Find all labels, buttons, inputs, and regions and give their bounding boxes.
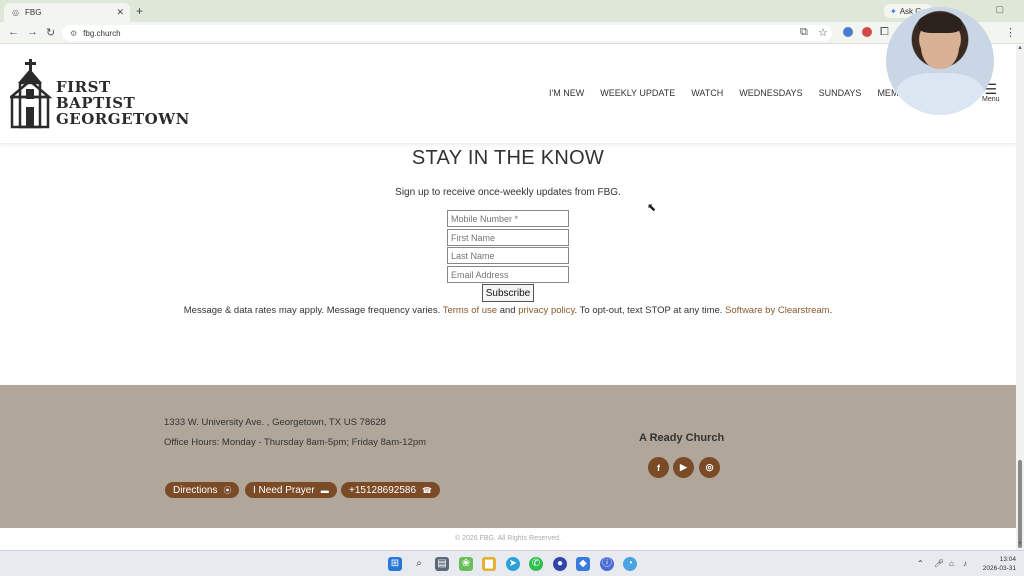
clearstream-link[interactable]: Software by Clearstream (725, 305, 830, 316)
whatsapp-icon[interactable]: ✆ (529, 557, 543, 571)
email-field[interactable] (447, 266, 569, 283)
instagram-icon[interactable]: ◎ (699, 457, 720, 478)
prayer-label: I Need Prayer (253, 484, 315, 496)
taskbar: ⊞ ⌕ ▤ ❀ ▆ ➤ ✆ ● ◆ ⓘ ◔ ⌃ 🎤︎ ⌂ ♪ 13:04 202… (0, 550, 1024, 576)
youtube-icon[interactable]: ▶ (673, 457, 694, 478)
volume-icon[interactable]: ♪ (963, 559, 967, 568)
office-hours: Office Hours: Monday - Thursday 8am-5pm;… (164, 437, 427, 448)
directions-button[interactable]: Directions ⦿ (165, 482, 240, 498)
tray-chevron-icon[interactable]: ⌃ (917, 559, 924, 568)
signup-subheading: Sign up to receive once-weekly updates f… (395, 187, 621, 198)
logo-line: GEORGETOWN (56, 110, 190, 128)
back-icon[interactable]: ← (8, 26, 19, 38)
disclaimer-text: . To opt-out, text STOP at any time. (574, 305, 726, 316)
extension-icon[interactable] (862, 27, 872, 37)
prayer-button[interactable]: I Need Prayer ▬ (245, 482, 337, 498)
church-logo-icon (10, 59, 52, 129)
file-explorer-icon[interactable]: ▆ (482, 557, 496, 571)
directions-label: Directions (173, 484, 218, 496)
browser-tab[interactable]: ◎ FBG ✕ (4, 3, 130, 22)
sparkle-icon: ✦ (890, 6, 897, 16)
scroll-thumb[interactable] (1018, 460, 1022, 548)
first-name-field[interactable] (447, 229, 569, 246)
network-icon[interactable]: ⌂ (949, 559, 954, 568)
phone-button[interactable]: +15128692586 ☎ (341, 482, 440, 498)
nav-item-im-new[interactable]: I'M NEW (549, 88, 584, 98)
clock-time: 13:04 (999, 556, 1016, 563)
search-icon[interactable]: ⌕ (412, 557, 426, 571)
extensions-puzzle-icon[interactable]: ⧠ (880, 26, 889, 39)
more-options-icon[interactable]: ⋮ (1005, 26, 1016, 39)
copyright: © 2026 FBG. All Rights Reserved. (0, 528, 1016, 550)
clock-date: 2026-03-31 (982, 565, 1016, 572)
main-nav: I'M NEW WEEKLY UPDATE WATCH WEDNESDAYS S… (549, 88, 939, 98)
task-view-icon[interactable]: ▤ (435, 557, 449, 571)
map-pin-icon: ⦿ (223, 485, 232, 495)
mobile-number-field[interactable] (447, 210, 569, 227)
site-info-icon[interactable]: ⚙ (70, 29, 77, 38)
signup-section: STAY IN THE KNOW Sign up to receive once… (0, 143, 1016, 385)
site-logo[interactable]: FIRST BAPTIST GEORGETOWN (10, 59, 190, 129)
scroll-up-icon[interactable]: ▲ (1017, 45, 1023, 51)
nav-item-sundays[interactable]: SUNDAYS (819, 88, 862, 98)
privacy-policy-link[interactable]: privacy policy (518, 305, 574, 316)
webcam-person-hair (918, 13, 962, 33)
webcam-person-shirt (896, 73, 984, 115)
window-controls[interactable]: ▢ (995, 4, 1004, 15)
disclaimer-text: and (497, 305, 519, 316)
telegram-icon[interactable]: ➤ (506, 557, 520, 571)
phone-label: +15128692586 (349, 484, 417, 496)
address-bar-row: ← → ↻ ⚙ fbg.church ⧉ ☆ ⧠ ⋮ (0, 22, 1024, 44)
nav-item-watch[interactable]: WATCH (691, 88, 723, 98)
new-tab-icon[interactable]: + (136, 4, 143, 18)
nav-item-weekly-update[interactable]: WEEKLY UPDATE (600, 88, 675, 98)
password-manager-icon[interactable]: ⓘ (600, 557, 614, 571)
tagline: A Ready Church (639, 432, 725, 444)
mouse-cursor-icon: ⬉ (647, 202, 657, 214)
tab-title: FBG (24, 8, 42, 17)
app-icon[interactable]: ● (553, 557, 567, 571)
last-name-field[interactable] (447, 247, 569, 264)
widgets-icon[interactable]: ❀ (459, 557, 473, 571)
start-icon[interactable]: ⊞ (388, 557, 402, 571)
system-clock[interactable]: 13:04 2026-03-31 (978, 555, 1016, 573)
browser-icon[interactable]: ◆ (576, 557, 590, 571)
sms-disclaimer: Message & data rates may apply. Message … (0, 305, 1016, 316)
phone-icon: ☎ (422, 485, 432, 495)
bookmark-star-icon[interactable]: ☆ (818, 26, 828, 39)
browser-tab-bar: ◎ FBG ✕ + ✦ Ask Ge ▢ (0, 0, 1024, 22)
close-tab-icon[interactable]: ✕ (116, 7, 124, 18)
url-text: fbg.church (83, 28, 121, 38)
webcam-overlay (886, 7, 994, 115)
logo-line: BAPTIST (56, 94, 136, 112)
disclaimer-text: Message & data rates may apply. Message … (183, 305, 443, 316)
signup-heading: STAY IN THE KNOW (411, 147, 605, 169)
chat-icon: ▬ (320, 485, 329, 495)
scroll-down-icon[interactable]: ▼ (1017, 541, 1023, 547)
church-address: 1333 W. University Ave. , Georgetown, TX… (164, 417, 386, 428)
subscribe-button[interactable]: Subscribe (482, 284, 534, 302)
forward-icon[interactable]: → (27, 26, 38, 38)
install-icon[interactable]: ⧉ (800, 26, 808, 39)
extension-icon[interactable] (843, 27, 853, 37)
site-footer: 1333 W. University Ave. , Georgetown, TX… (0, 385, 1016, 528)
reload-icon[interactable]: ↻ (46, 26, 55, 39)
terms-of-use-link[interactable]: Terms of use (443, 305, 497, 316)
url-field[interactable]: ⚙ fbg.church (62, 25, 832, 41)
site-favicon-icon: ◎ (12, 8, 19, 17)
facebook-icon[interactable]: f (648, 457, 669, 478)
logo-text: FIRST BAPTIST GEORGETOWN (56, 79, 190, 127)
site-header: FIRST BAPTIST GEORGETOWN I'M NEW WEEKLY … (0, 45, 1016, 143)
logo-line: FIRST (56, 78, 111, 96)
nav-item-wednesdays[interactable]: WEDNESDAYS (739, 88, 802, 98)
disclaimer-text: . (829, 305, 833, 316)
microphone-icon[interactable]: 🎤︎ (934, 559, 944, 568)
menu-label: Menu (982, 96, 1000, 103)
app-icon[interactable]: ◔ (623, 557, 637, 571)
